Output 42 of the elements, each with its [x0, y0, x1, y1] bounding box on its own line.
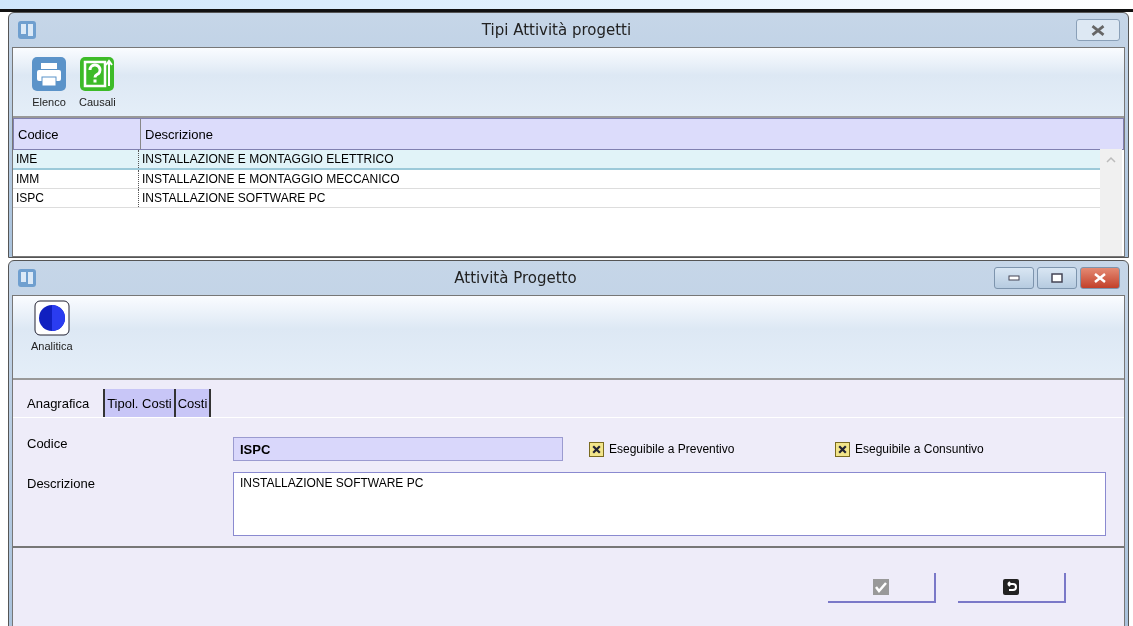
checkbox[interactable]: Eseguibile a Preventivo: [589, 441, 809, 457]
table-row[interactable]: IME INSTALLAZIONE E MONTAGGIO ELETTRICO: [13, 150, 1100, 170]
table-cell: IME: [13, 150, 139, 168]
checkbox[interactable]: Eseguibile a Consuntivo: [835, 441, 1055, 457]
column-header[interactable]: Descrizione: [141, 119, 1123, 149]
description-field[interactable]: INSTALLAZIONE SOFTWARE PC: [233, 472, 1106, 536]
window-title: Tipi Attività progetti: [480, 21, 633, 39]
table-cell-text: INSTALLAZIONE SOFTWARE PC: [141, 190, 327, 207]
table-row[interactable]: IMM INSTALLAZIONE E MONTAGGIO MECCANICO: [13, 170, 1100, 189]
toolbar-button[interactable]: Analitica: [31, 300, 73, 372]
tab[interactable]: Anagrafica: [21, 389, 106, 417]
close-button[interactable]: [1080, 267, 1120, 289]
table-cell: ISPC: [13, 189, 139, 207]
column-header[interactable]: Codice: [14, 119, 141, 149]
checkmark-icon: [873, 579, 889, 595]
table-cell: IMM: [13, 170, 139, 188]
scrollbar[interactable]: [1100, 149, 1122, 256]
field-label: Descrizione: [27, 475, 96, 493]
cross-mark-icon: [591, 443, 602, 455]
table-cell-text: INSTALLAZIONE E MONTAGGIO MECCANICO: [141, 171, 401, 188]
tab[interactable]: Costi: [173, 389, 212, 417]
toolbar-button[interactable]: Causali: [79, 56, 116, 110]
cross-mark-icon: [837, 443, 848, 455]
close-icon: [1091, 24, 1105, 36]
maximize-icon: [1051, 273, 1063, 283]
close-icon: [1094, 273, 1106, 283]
table-cell-text: INSTALLAZIONE E MONTAGGIO ELETTRICO: [141, 151, 395, 168]
toolbar-button[interactable]: Elenco: [31, 56, 67, 110]
tab[interactable]: Tipol. Costi: [103, 389, 176, 417]
minimize-icon: [1008, 275, 1020, 281]
minimize-button[interactable]: [994, 267, 1034, 289]
question-icon: [79, 56, 116, 92]
printer-icon: [31, 56, 67, 92]
maximize-button[interactable]: [1037, 267, 1077, 289]
code-field[interactable]: ISPC: [233, 437, 563, 461]
app-icon: [17, 268, 37, 288]
field-label: Codice: [27, 435, 69, 453]
close-button[interactable]: [1076, 19, 1120, 41]
table-row[interactable]: ISPC INSTALLAZIONE SOFTWARE PC: [13, 189, 1100, 208]
undo-icon: [1003, 579, 1019, 595]
window-title: Attività Progetto: [453, 269, 578, 287]
app-icon: [17, 20, 37, 40]
